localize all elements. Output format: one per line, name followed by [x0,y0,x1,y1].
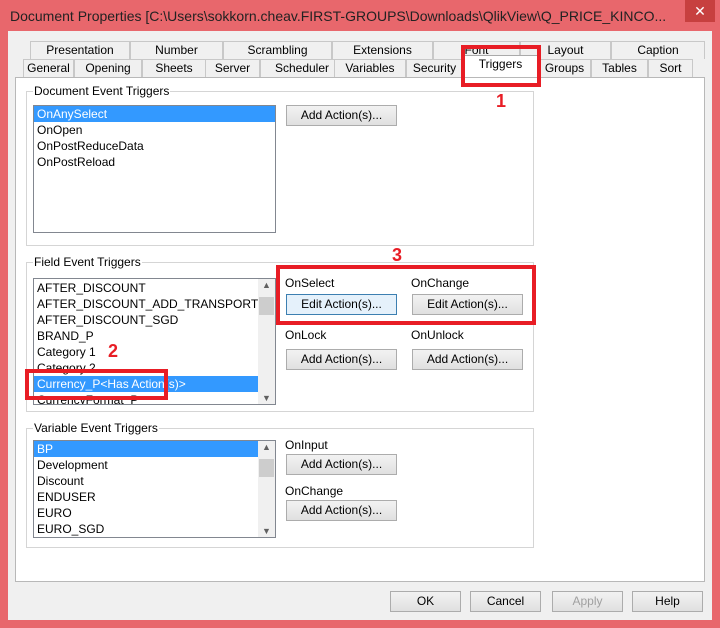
list-item[interactable]: BP [34,441,258,457]
tab-variables[interactable]: Variables [334,59,406,77]
window-title: Document Properties [C:\Users\sokkorn.ch… [10,8,667,24]
scroll-up-icon[interactable]: ▲ [258,442,275,452]
list-item[interactable]: Discount [34,473,258,489]
list-item[interactable]: OnOpen [34,122,275,138]
tab-triggers[interactable]: Triggers [463,55,538,77]
group-title: Variable Event Triggers [33,421,159,435]
close-button[interactable]: ✕ [685,0,715,22]
scroll-thumb[interactable] [259,459,274,477]
oninput-add-action-button[interactable]: Add Action(s)... [286,454,397,475]
tab-tables[interactable]: Tables [591,59,648,77]
onchange-edit-action-button[interactable]: Edit Action(s)... [412,294,523,315]
annotation-number: 2 [108,341,119,361]
scroll-thumb[interactable] [259,297,274,315]
tab-sort[interactable]: Sort [648,59,693,77]
tab-security[interactable]: Security [406,59,463,77]
tab-server[interactable]: Server [205,59,260,77]
onunlock-label: OnUnlock [411,328,464,342]
tab-sheets[interactable]: Sheets [142,59,206,77]
help-button[interactable]: Help [632,591,703,612]
field-event-list[interactable]: AFTER_DISCOUNT AFTER_DISCOUNT_ADD_TRANSPO… [33,278,276,405]
ok-button[interactable]: OK [390,591,461,612]
tab-opening[interactable]: Opening [74,59,142,77]
oninput-label: OnInput [285,438,328,452]
tab-number[interactable]: Number [130,41,223,59]
scroll-down-icon[interactable]: ▼ [258,526,275,536]
document-event-list[interactable]: OnAnySelect OnOpen OnPostReduceData OnPostR… [33,105,276,233]
tab-groups[interactable]: Groups [538,59,591,77]
onselect-label: OnSelect [285,276,335,290]
list-item[interactable]: BRAND_P [34,328,258,344]
onselect-edit-action-button[interactable]: Edit Action(s)... [286,294,397,315]
apply-button[interactable]: Apply [552,591,623,612]
variable-onchange-label: OnChange [285,484,344,498]
onlock-add-action-button[interactable]: Add Action(s)... [286,349,397,370]
list-item[interactable]: EURO_SGD [34,521,258,537]
tab-caption[interactable]: Caption [611,41,705,59]
tab-presentation[interactable]: Presentation [30,41,130,59]
annotation-number: 3 [392,245,403,265]
onlock-label: OnLock [285,328,327,342]
onchange-label: OnChange [411,276,470,290]
list-item[interactable]: OnPostReduceData [34,138,275,154]
variable-event-list[interactable]: BP Development Discount ENDUSER EURO EURO_SGD… [33,440,276,538]
variable-onchange-add-action-button[interactable]: Add Action(s)... [286,500,397,521]
scrollbar[interactable]: ▲ ▼ [258,441,275,537]
list-item[interactable]: Category 1 [34,344,258,360]
onunlock-add-action-button[interactable]: Add Action(s)... [412,349,523,370]
tab-extensions[interactable]: Extensions [332,41,433,59]
list-item[interactable]: AFTER_DISCOUNT [34,280,258,296]
cancel-button[interactable]: Cancel [470,591,541,612]
tab-scrambling[interactable]: Scrambling [223,41,332,59]
list-item[interactable]: EURO [34,505,258,521]
list-item[interactable]: OnPostReload [34,154,275,170]
group-title: Field Event Triggers [33,255,142,269]
scroll-down-icon[interactable]: ▼ [258,393,275,403]
list-item[interactable]: Development [34,457,258,473]
list-item[interactable]: Currency_P<Has Action(s)> [34,376,258,392]
list-item[interactable]: AFTER_DISCOUNT_ADD_TRANSPORT [34,296,258,312]
list-item[interactable]: CurrencyFormat_P [34,392,258,404]
annotation-number: 1 [496,91,507,111]
group-title: Document Event Triggers [33,84,171,98]
list-item[interactable]: Category 2 [34,360,258,376]
list-item[interactable]: AFTER_DISCOUNT_SGD [34,312,258,328]
scrollbar[interactable]: ▲ ▼ [258,279,275,404]
tab-scheduler[interactable]: Scheduler [260,59,344,77]
tab-general[interactable]: General [23,59,74,77]
list-item[interactable]: OnAnySelect [34,106,275,122]
scroll-up-icon[interactable]: ▲ [258,280,275,290]
document-add-action-button[interactable]: Add Action(s)... [286,105,397,126]
list-item[interactable]: ENDUSER [34,489,258,505]
